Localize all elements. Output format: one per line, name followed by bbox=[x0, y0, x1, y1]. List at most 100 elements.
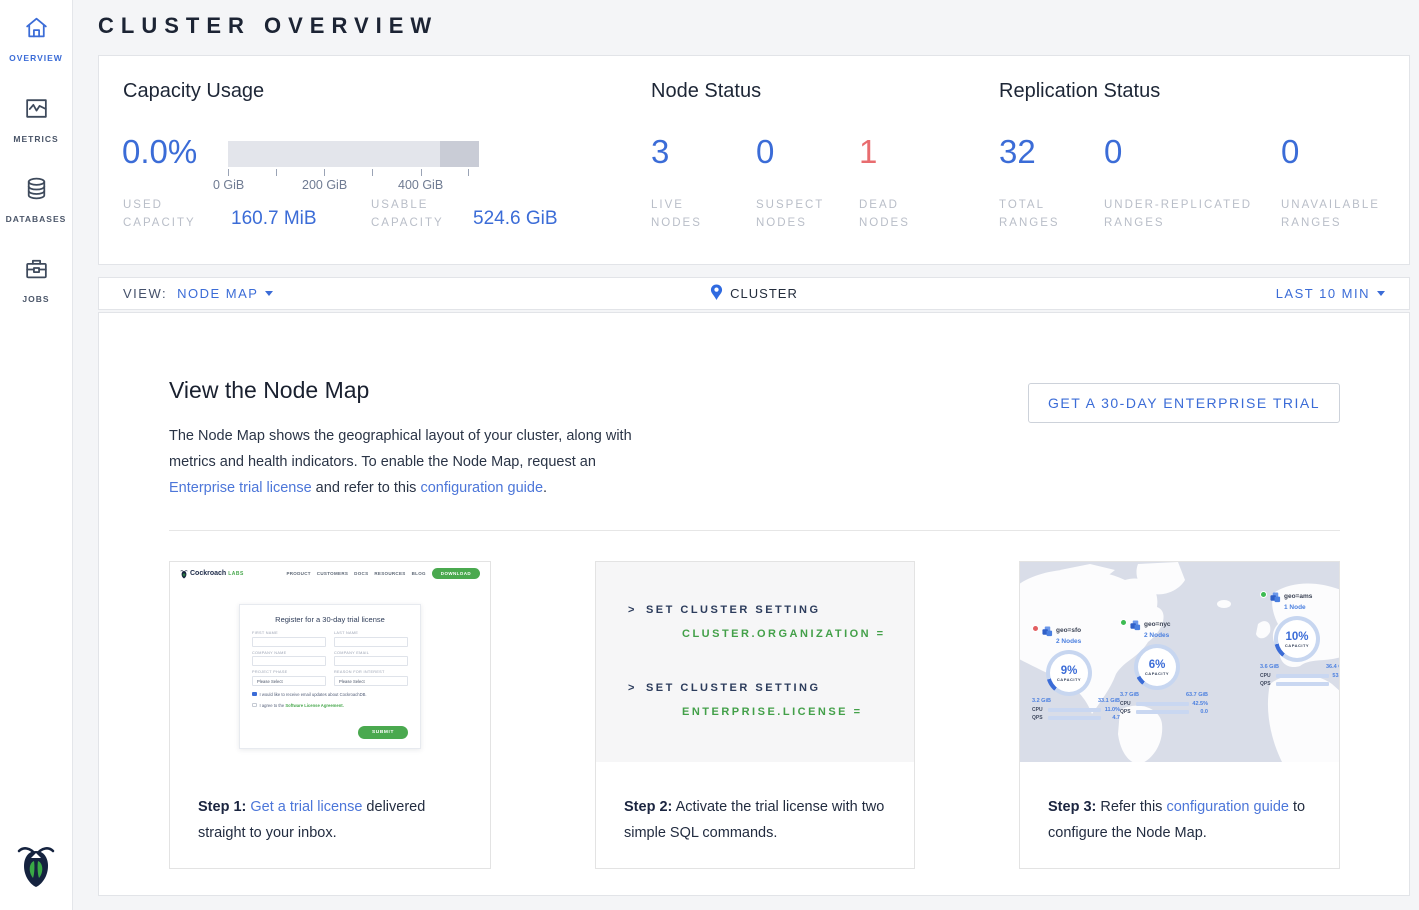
qps-sparkline bbox=[1276, 682, 1329, 686]
view-label: VIEW: bbox=[123, 286, 167, 301]
sidebar-item-label: DATABASES bbox=[0, 214, 72, 224]
usable-capacity-label: USABLE bbox=[371, 196, 444, 214]
mini-nav-link: DOCS bbox=[354, 571, 368, 576]
capacity-gauge: 9% CAPACITY bbox=[1046, 650, 1092, 696]
get-trial-license-link[interactable]: Get a trial license bbox=[250, 799, 362, 815]
mini-field-label: COMPANY EMAIL bbox=[334, 651, 408, 655]
axis-tick bbox=[421, 169, 422, 176]
step1-caption: Step 1: Get a trial license delivered st… bbox=[198, 794, 472, 846]
trial-registration-screenshot: Cockroach LABS PRODUCT CUSTOMERS DOCS RE… bbox=[170, 562, 490, 772]
sidebar-item-databases[interactable]: DATABASES bbox=[0, 175, 72, 224]
node-map-panel: View the Node Map The Node Map shows the… bbox=[98, 312, 1410, 896]
node-map-preview: geo=sfo 2 Nodes 9% CAPACITY 3.2 GiB 33.1… bbox=[1020, 562, 1339, 762]
mini-license-link: Software License Agreement. bbox=[285, 703, 344, 708]
enterprise-trial-button[interactable]: GET A 30-DAY ENTERPRISE TRIAL bbox=[1028, 383, 1340, 423]
description-text: The Node Map shows the geographical layo… bbox=[169, 428, 632, 470]
mini-field-label: FIRST NAME bbox=[252, 631, 326, 635]
cpu-value: 11.0% bbox=[1104, 707, 1120, 713]
time-range-dropdown[interactable]: LAST 10 MIN bbox=[1276, 286, 1385, 301]
capacity-gauge: 10% CAPACITY bbox=[1274, 616, 1320, 662]
sidebar-item-overview[interactable]: OVERVIEW bbox=[0, 14, 72, 63]
chevron-down-icon bbox=[1377, 291, 1385, 296]
sql-command: SET CLUSTER SETTING bbox=[646, 604, 821, 616]
map-node-nyc: geo=nyc 2 Nodes 6% CAPACITY 3.7 GiB 63.7… bbox=[1120, 618, 1216, 715]
location-pin-icon bbox=[710, 284, 723, 304]
mini-nav-link: BLOG bbox=[412, 571, 426, 576]
mini-input bbox=[252, 637, 326, 647]
view-mode-value: NODE MAP bbox=[177, 286, 258, 301]
cockroach-labs-logo: Cockroach LABS bbox=[180, 569, 244, 579]
configuration-guide-link[interactable]: configuration guide bbox=[420, 480, 543, 496]
step3-card: geo=sfo 2 Nodes 9% CAPACITY 3.2 GiB 33.1… bbox=[1019, 561, 1340, 869]
view-mode-dropdown[interactable]: NODE MAP bbox=[177, 286, 273, 301]
under-replicated-ranges-label: RANGES bbox=[1104, 214, 1252, 232]
mini-checkbox bbox=[252, 703, 257, 708]
live-nodes-count: 3 bbox=[651, 133, 669, 171]
capacity-bar-reserved-segment bbox=[440, 141, 479, 167]
sidebar-item-jobs[interactable]: JOBS bbox=[0, 255, 72, 304]
capacity-used: 3.7 GiB bbox=[1120, 692, 1139, 698]
sql-code-block: > SET CLUSTER SETTING CLUSTER.ORGANIZATIO… bbox=[596, 562, 914, 762]
sql-prompt: > bbox=[628, 604, 637, 616]
capacity-total: 63.7 GiB bbox=[1186, 692, 1208, 698]
mini-field-label: LAST NAME bbox=[334, 631, 408, 635]
axis-tick-label: 0 GiB bbox=[213, 178, 244, 192]
mini-field-label: REASON FOR INTEREST bbox=[334, 670, 408, 674]
suspect-nodes-count: 0 bbox=[756, 133, 774, 171]
node-map-heading: View the Node Map bbox=[169, 377, 369, 404]
node-count: 1 Node bbox=[1284, 604, 1306, 611]
sql-prompt: > bbox=[628, 682, 637, 694]
capacity-percent: 6% bbox=[1149, 659, 1166, 671]
cpu-sparkline bbox=[1136, 702, 1189, 706]
sql-argument: CLUSTER.ORGANIZATION = bbox=[682, 628, 886, 640]
used-capacity-label: CAPACITY bbox=[123, 214, 196, 232]
capacity-total: 36.4 GiB bbox=[1326, 664, 1339, 670]
node-status-title: Node Status bbox=[651, 80, 761, 103]
description-text: . bbox=[543, 480, 547, 496]
qps-sparkline bbox=[1048, 716, 1101, 720]
suspect-nodes-label: SUSPECT bbox=[756, 196, 824, 214]
node-count: 2 Nodes bbox=[1144, 632, 1169, 639]
under-replicated-ranges-count: 0 bbox=[1104, 133, 1122, 171]
locality-name: geo=nyc bbox=[1144, 621, 1171, 628]
axis-tick bbox=[276, 169, 277, 176]
step1-card: Cockroach LABS PRODUCT CUSTOMERS DOCS RE… bbox=[169, 561, 491, 869]
sidebar-item-label: OVERVIEW bbox=[0, 53, 72, 63]
axis-tick-label: 200 GiB bbox=[302, 178, 347, 192]
mini-input bbox=[252, 656, 326, 666]
mini-checkbox-label: I would like to receive email updates ab… bbox=[260, 692, 367, 697]
mini-submit-button: SUBMIT bbox=[358, 726, 408, 739]
enterprise-trial-license-link[interactable]: Enterprise trial license bbox=[169, 480, 312, 496]
sidebar-item-metrics[interactable]: METRICS bbox=[0, 95, 72, 144]
mini-input bbox=[334, 637, 408, 647]
used-capacity-label: USED bbox=[123, 196, 196, 214]
under-replicated-ranges-label: UNDER-REPLICATED bbox=[1104, 196, 1252, 214]
mini-select: Please Select bbox=[334, 676, 408, 686]
unavailable-ranges-label: UNAVAILABLE bbox=[1281, 196, 1380, 214]
unavailable-ranges-label: RANGES bbox=[1281, 214, 1380, 232]
cpu-sparkline bbox=[1048, 708, 1101, 712]
qps-value: 4.7 bbox=[1104, 715, 1120, 721]
axis-tick bbox=[468, 169, 469, 176]
mini-input bbox=[334, 656, 408, 666]
capacity-usage-title: Capacity Usage bbox=[123, 80, 264, 103]
mini-field-label: COMPANY NAME bbox=[252, 651, 326, 655]
capacity-percent: 9% bbox=[1061, 665, 1078, 677]
dead-nodes-count: 1 bbox=[859, 133, 877, 171]
mini-nav-link: RESOURCES bbox=[374, 571, 405, 576]
capacity-gauge: 6% CAPACITY bbox=[1134, 644, 1180, 690]
sidebar-item-label: JOBS bbox=[0, 294, 72, 304]
database-icon bbox=[23, 189, 50, 206]
capacity-used-percent: 0.0% bbox=[122, 133, 197, 171]
map-node-ams: geo=ams 1 Node 10% CAPACITY 3.6 GiB 36.4… bbox=[1260, 590, 1339, 687]
map-node-sfo: geo=sfo 2 Nodes 9% CAPACITY 3.2 GiB 33.1… bbox=[1032, 624, 1128, 721]
cpu-sparkline bbox=[1276, 674, 1329, 678]
suspect-nodes-label: NODES bbox=[756, 214, 824, 232]
capacity-used: 3.2 GiB bbox=[1032, 698, 1051, 704]
total-ranges-count: 32 bbox=[999, 133, 1036, 171]
node-status-live-icon bbox=[1120, 619, 1127, 626]
configuration-guide-link[interactable]: configuration guide bbox=[1166, 799, 1289, 815]
qps-value: 4.4 bbox=[1332, 681, 1339, 687]
description-text: and refer to this bbox=[312, 480, 421, 496]
view-bar: VIEW: NODE MAP CLUSTER LAST 10 MIN bbox=[98, 277, 1410, 310]
